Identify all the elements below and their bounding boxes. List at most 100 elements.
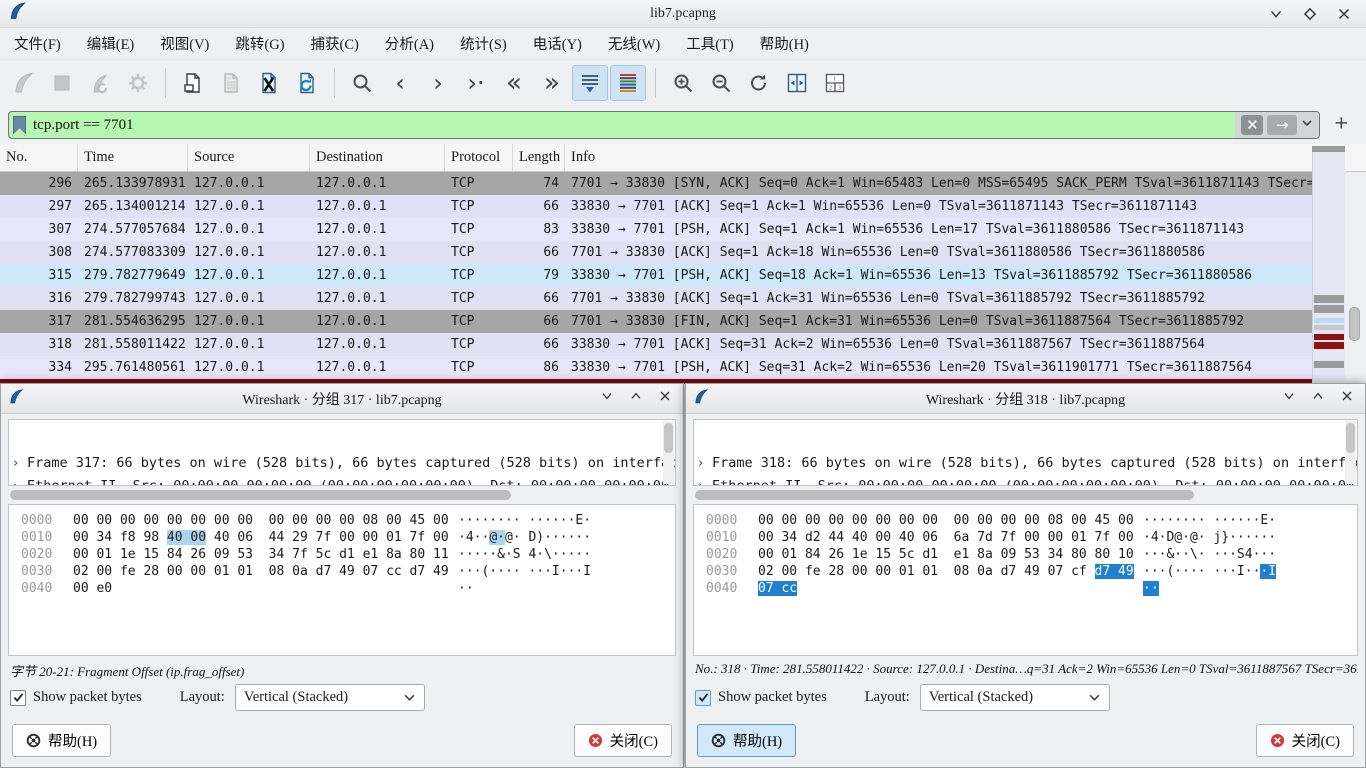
open-file-icon[interactable] bbox=[175, 65, 211, 101]
help-button[interactable]: 帮助(H) bbox=[12, 724, 111, 757]
menu-item[interactable]: 帮助(H) bbox=[752, 30, 817, 57]
apply-filter-icon[interactable]: → bbox=[1267, 115, 1297, 135]
hex-line[interactable]: 004000 e0·· bbox=[21, 580, 675, 597]
close-window-icon[interactable] bbox=[1334, 4, 1354, 24]
find-packet-icon[interactable] bbox=[344, 65, 380, 101]
go-forward-icon[interactable]: › bbox=[420, 65, 456, 101]
packet-row[interactable]: 315279.782779649127.0.0.1127.0.0.1TCP793… bbox=[0, 264, 1312, 287]
protocol-tree[interactable]: ›Frame 317: 66 bytes on wire (528 bits),… bbox=[8, 419, 676, 486]
expander-icon[interactable]: › bbox=[13, 475, 27, 486]
protocol-tree[interactable]: ›Frame 318: 66 bytes on wire (528 bits),… bbox=[693, 419, 1358, 486]
maximize-icon[interactable] bbox=[1300, 4, 1320, 24]
packet-row[interactable]: 334295.761480561127.0.0.1127.0.0.1TCP863… bbox=[0, 356, 1312, 379]
filter-bookmark-icon[interactable] bbox=[13, 116, 26, 135]
dialog-minimize-icon[interactable] bbox=[599, 388, 615, 409]
column-header-source[interactable]: Source bbox=[188, 144, 310, 171]
hex-line[interactable]: 003002 00 fe 28 00 00 01 01 08 0a d7 49 … bbox=[21, 563, 675, 580]
tree-row[interactable]: ›Frame 318: 66 bytes on wire (528 bits),… bbox=[694, 452, 1357, 475]
menu-item[interactable]: 工具(T) bbox=[678, 30, 742, 57]
hex-dump[interactable]: 000000 00 00 00 00 00 00 00 00 00 00 00 … bbox=[8, 504, 676, 656]
display-filter-input[interactable]: tcp.port == 7701 ✕ → bbox=[8, 111, 1320, 139]
packet-row[interactable]: 297265.134001214127.0.0.1127.0.0.1TCP663… bbox=[0, 195, 1312, 218]
auto-scroll-icon[interactable] bbox=[572, 65, 608, 101]
tree-vertical-scrollbar[interactable] bbox=[1345, 421, 1356, 484]
layout-select[interactable]: Vertical (Stacked) bbox=[235, 684, 425, 711]
menu-item[interactable]: 编辑(E) bbox=[79, 30, 143, 57]
menu-item[interactable]: 统计(S) bbox=[452, 30, 515, 57]
packet-minimap-scrollbar[interactable] bbox=[1312, 152, 1345, 381]
expander-icon[interactable]: › bbox=[698, 452, 712, 475]
save-file-icon[interactable] bbox=[213, 65, 249, 101]
capture-options-icon[interactable] bbox=[120, 65, 156, 101]
reload-file-icon[interactable] bbox=[289, 65, 325, 101]
dialog-maximize-icon[interactable] bbox=[628, 388, 644, 409]
colorize-icon[interactable] bbox=[610, 65, 646, 101]
stop-capture-icon[interactable] bbox=[44, 65, 80, 101]
hex-line[interactable]: 003002 00 fe 28 00 00 01 01 08 0a d7 49 … bbox=[706, 563, 1357, 580]
close-button[interactable]: 关闭(C) bbox=[1256, 724, 1354, 757]
help-button[interactable]: 帮助(H) bbox=[697, 724, 796, 757]
tree-row[interactable]: ›Ethernet II, Src: 00:00:00_00:00:00 (00… bbox=[694, 475, 1357, 486]
packet-row[interactable]: 318281.558011422127.0.0.1127.0.0.1TCP663… bbox=[0, 333, 1312, 356]
column-header-info[interactable]: Info bbox=[565, 144, 1366, 171]
packet-row[interactable]: 296265.133978931127.0.0.1127.0.0.1TCP747… bbox=[0, 172, 1312, 195]
go-to-packet-icon[interactable]: ›· bbox=[458, 65, 494, 101]
hex-line[interactable]: 004007 cc·· bbox=[706, 580, 1357, 597]
packet-row[interactable]: 307274.577057684127.0.0.1127.0.0.1TCP833… bbox=[0, 218, 1312, 241]
menu-item[interactable]: 跳转(G) bbox=[227, 30, 292, 57]
dialog-maximize-icon[interactable] bbox=[1310, 388, 1326, 409]
hex-line[interactable]: 002000 01 84 26 1e 15 5c d1 e1 8a 09 53 … bbox=[706, 546, 1357, 563]
tree-vertical-scrollbar[interactable] bbox=[663, 421, 674, 484]
tree-horizontal-scrollbar[interactable] bbox=[8, 489, 676, 501]
packet-row[interactable]: 316279.782799743127.0.0.1127.0.0.1TCP667… bbox=[0, 287, 1312, 310]
menu-item[interactable]: 无线(W) bbox=[600, 30, 668, 57]
hex-line[interactable]: 001000 34 d2 44 40 00 40 06 6a 7d 7f 00 … bbox=[706, 529, 1357, 546]
packet-row[interactable]: 317281.554636295127.0.0.1127.0.0.1TCP667… bbox=[0, 310, 1312, 333]
tree-horizontal-scrollbar[interactable] bbox=[693, 489, 1358, 501]
column-header-length[interactable]: Length bbox=[513, 144, 565, 171]
menu-item[interactable]: 分析(A) bbox=[377, 30, 442, 57]
dialog-close-icon[interactable] bbox=[657, 388, 673, 409]
filter-text[interactable]: tcp.port == 7701 bbox=[26, 117, 134, 134]
layout-select[interactable]: Vertical (Stacked) bbox=[920, 684, 1110, 711]
menu-item[interactable]: 捕获(C) bbox=[303, 30, 367, 57]
expander-icon[interactable]: › bbox=[698, 475, 712, 486]
tree-row[interactable]: ›Ethernet II, Src: 00:00:00_00:00:00 (00… bbox=[9, 475, 675, 486]
column-header-time[interactable]: Time bbox=[78, 144, 188, 171]
go-last-icon[interactable]: » bbox=[534, 65, 570, 101]
column-header-no[interactable]: No. bbox=[0, 144, 78, 171]
zoom-out-icon[interactable] bbox=[703, 65, 739, 101]
fit-columns-icon[interactable]: 123 bbox=[817, 65, 853, 101]
clear-filter-icon[interactable]: ✕ bbox=[1241, 115, 1263, 135]
dialog-close-icon[interactable] bbox=[1339, 388, 1355, 409]
tree-row[interactable]: ›Frame 317: 66 bytes on wire (528 bits),… bbox=[9, 452, 675, 475]
filter-dropdown-chevron-icon[interactable] bbox=[1301, 116, 1313, 134]
hex-line[interactable]: 000000 00 00 00 00 00 00 00 00 00 00 00 … bbox=[21, 512, 675, 529]
resize-columns-icon[interactable] bbox=[779, 65, 815, 101]
hex-line[interactable]: 001000 34 f8 98 40 00 40 06 44 29 7f 00 … bbox=[21, 529, 675, 546]
minimize-icon[interactable] bbox=[1266, 4, 1286, 24]
go-first-icon[interactable]: « bbox=[496, 65, 532, 101]
packet-list-scrollbar-thumb[interactable] bbox=[1349, 307, 1360, 341]
menu-item[interactable]: 视图(V) bbox=[152, 30, 217, 57]
dialog-minimize-icon[interactable] bbox=[1281, 388, 1297, 409]
column-header-destination[interactable]: Destination bbox=[310, 144, 445, 171]
hex-line[interactable]: 002000 01 1e 15 84 26 09 53 34 7f 5c d1 … bbox=[21, 546, 675, 563]
hex-dump[interactable]: 000000 00 00 00 00 00 00 00 00 00 00 00 … bbox=[693, 504, 1358, 656]
hex-line[interactable]: 000000 00 00 00 00 00 00 00 00 00 00 00 … bbox=[706, 512, 1357, 529]
column-header-protocol[interactable]: Protocol bbox=[445, 144, 513, 171]
restart-capture-icon[interactable] bbox=[82, 65, 118, 101]
start-capture-icon[interactable] bbox=[6, 65, 42, 101]
menu-item[interactable]: 文件(F) bbox=[6, 30, 69, 57]
go-back-icon[interactable]: ‹ bbox=[382, 65, 418, 101]
close-button[interactable]: 关闭(C) bbox=[574, 724, 672, 757]
zoom-in-icon[interactable] bbox=[665, 65, 701, 101]
menu-item[interactable]: 电话(Y) bbox=[525, 30, 590, 57]
add-filter-button[interactable]: + bbox=[1330, 112, 1358, 138]
show-packet-bytes-checkbox[interactable] bbox=[695, 690, 711, 706]
close-file-icon[interactable] bbox=[251, 65, 287, 101]
packet-row[interactable]: 308274.577083309127.0.0.1127.0.0.1TCP667… bbox=[0, 241, 1312, 264]
expander-icon[interactable]: › bbox=[13, 452, 27, 475]
zoom-reset-icon[interactable] bbox=[741, 65, 777, 101]
show-packet-bytes-checkbox[interactable] bbox=[10, 690, 26, 706]
